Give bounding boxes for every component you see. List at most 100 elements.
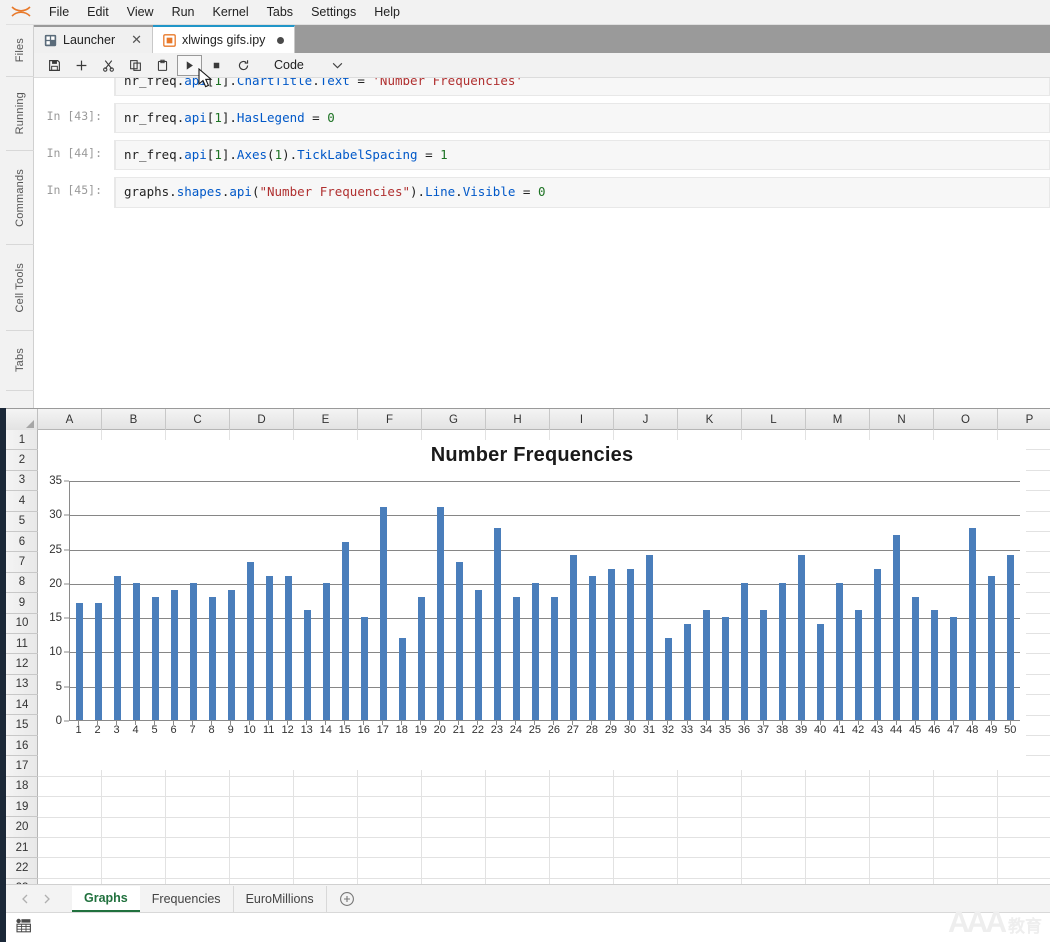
x-axis-tick-label: 33 — [679, 724, 695, 742]
column-header-G[interactable]: G — [422, 409, 486, 430]
bar — [931, 610, 938, 720]
row-header-9[interactable]: 9 — [6, 593, 38, 613]
notebook-cell[interactable]: In [44]:nr_freq.api[1].Axes(1).TickLabel… — [34, 140, 1050, 170]
column-header-J[interactable]: J — [614, 409, 678, 430]
menu-item-tabs[interactable]: Tabs — [258, 3, 302, 21]
menu-item-help[interactable]: Help — [365, 3, 409, 21]
interrupt-kernel-button[interactable] — [204, 55, 229, 76]
sheet-view-icon[interactable] — [16, 918, 32, 938]
menu-item-edit[interactable]: Edit — [78, 3, 118, 21]
cell-source[interactable]: nr_freq.api[1].ChartTitle.Text = 'Number… — [114, 78, 1050, 96]
x-axis-tick-label: 5 — [147, 724, 163, 742]
sidebar-item-cell-tools[interactable]: Cell Tools — [6, 245, 34, 331]
paste-cell-button[interactable] — [150, 55, 175, 76]
cell-source[interactable]: nr_freq.api[1].Axes(1).TickLabelSpacing … — [114, 140, 1050, 170]
grid-line-horizontal — [38, 837, 1050, 838]
x-axis-tick-label: 38 — [774, 724, 790, 742]
cell-type-dropdown[interactable]: Code — [274, 58, 343, 72]
bar — [361, 617, 368, 720]
close-icon[interactable]: ✕ — [131, 32, 142, 48]
sidebar-item-files[interactable]: Files — [6, 25, 34, 77]
tab-xlwings-gifs-ipy[interactable]: xlwings gifs.ipy — [153, 25, 295, 53]
sidebar-item-running[interactable]: Running — [6, 77, 34, 151]
column-header-A[interactable]: A — [38, 409, 102, 430]
row-header-6[interactable]: 6 — [6, 532, 38, 552]
sheet-tab-graphs[interactable]: Graphs — [72, 886, 140, 912]
row-header-13[interactable]: 13 — [6, 675, 38, 695]
cell-source[interactable]: nr_freq.api[1].HasLegend = 0 — [114, 103, 1050, 133]
column-header-C[interactable]: C — [166, 409, 230, 430]
grid-line-horizontal — [38, 796, 1050, 797]
x-axis-tick-label: 47 — [945, 724, 961, 742]
column-header-F[interactable]: F — [358, 409, 422, 430]
chevron-down-icon — [332, 58, 343, 72]
column-header-I[interactable]: I — [550, 409, 614, 430]
sheet-tab-euromillions[interactable]: EuroMillions — [234, 886, 327, 912]
row-header-17[interactable]: 17 — [6, 756, 38, 776]
copy-cell-button[interactable] — [123, 55, 148, 76]
menu-item-kernel[interactable]: Kernel — [204, 3, 258, 21]
menu-item-view[interactable]: View — [118, 3, 163, 21]
row-header-2[interactable]: 2 — [6, 450, 38, 470]
restart-kernel-button[interactable] — [231, 55, 256, 76]
cell-type-value: Code — [274, 58, 304, 72]
menu-item-settings[interactable]: Settings — [302, 3, 365, 21]
row-header-21[interactable]: 21 — [6, 838, 38, 858]
bar — [437, 507, 444, 720]
row-header-12[interactable]: 12 — [6, 654, 38, 674]
notebook-cell[interactable]: In [43]:nr_freq.api[1].HasLegend = 0 — [34, 103, 1050, 133]
chart-object[interactable]: Number Frequencies 05101520253035 123456… — [38, 440, 1026, 770]
row-header-10[interactable]: 10 — [6, 614, 38, 634]
x-axis-tick-label: 45 — [907, 724, 923, 742]
bar — [912, 597, 919, 720]
row-header-8[interactable]: 8 — [6, 573, 38, 593]
menu-item-file[interactable]: File — [40, 3, 78, 21]
sidebar-item-tabs[interactable]: Tabs — [6, 331, 34, 391]
notebook-cell[interactable]: nr_freq.api[1].ChartTitle.Text = 'Number… — [34, 78, 1050, 96]
row-header-11[interactable]: 11 — [6, 634, 38, 654]
select-all-corner[interactable] — [6, 409, 38, 430]
column-header-P[interactable]: P — [998, 409, 1050, 430]
column-header-O[interactable]: O — [934, 409, 998, 430]
row-header-5[interactable]: 5 — [6, 512, 38, 532]
row-header-19[interactable]: 19 — [6, 797, 38, 817]
row-header-3[interactable]: 3 — [6, 471, 38, 491]
row-header-7[interactable]: 7 — [6, 552, 38, 572]
row-header-14[interactable]: 14 — [6, 695, 38, 715]
save-button[interactable] — [42, 55, 67, 76]
tab-launcher[interactable]: Launcher✕ — [34, 27, 153, 53]
column-header-H[interactable]: H — [486, 409, 550, 430]
row-header-18[interactable]: 18 — [6, 777, 38, 797]
column-header-K[interactable]: K — [678, 409, 742, 430]
bar — [323, 583, 330, 720]
notebook-cell[interactable]: In [45]:graphs.shapes.api("Number Freque… — [34, 177, 1050, 207]
column-header-N[interactable]: N — [870, 409, 934, 430]
row-header-20[interactable]: 20 — [6, 817, 38, 837]
cut-cell-button[interactable] — [96, 55, 121, 76]
x-axis-tick-label: 41 — [831, 724, 847, 742]
row-header-15[interactable]: 15 — [6, 715, 38, 735]
row-header-1[interactable]: 1 — [6, 430, 38, 450]
row-header-16[interactable]: 16 — [6, 736, 38, 756]
chevron-right-icon[interactable] — [36, 888, 58, 910]
sheet-tab-frequencies[interactable]: Frequencies — [140, 886, 234, 912]
cell-prompt: In [44]: — [34, 140, 114, 160]
sidebar-item-commands[interactable]: Commands — [6, 151, 34, 245]
run-cell-button[interactable] — [177, 55, 202, 76]
row-header-4[interactable]: 4 — [6, 491, 38, 511]
column-header-L[interactable]: L — [742, 409, 806, 430]
bar — [76, 603, 83, 720]
menu-item-run[interactable]: Run — [163, 3, 204, 21]
plus-circle-icon[interactable] — [333, 886, 361, 912]
row-header-22[interactable]: 22 — [6, 858, 38, 878]
column-header-D[interactable]: D — [230, 409, 294, 430]
cell-source[interactable]: graphs.shapes.api("Number Frequencies").… — [114, 177, 1050, 207]
worksheet-grid[interactable]: Number Frequencies 05101520253035 123456… — [38, 430, 1050, 899]
y-axis-tick-label: 10 — [49, 646, 62, 658]
chevron-left-icon[interactable] — [14, 888, 36, 910]
column-header-E[interactable]: E — [294, 409, 358, 430]
column-header-B[interactable]: B — [102, 409, 166, 430]
x-axis-tick-label: 13 — [299, 724, 315, 742]
column-header-M[interactable]: M — [806, 409, 870, 430]
insert-cell-button[interactable] — [69, 55, 94, 76]
